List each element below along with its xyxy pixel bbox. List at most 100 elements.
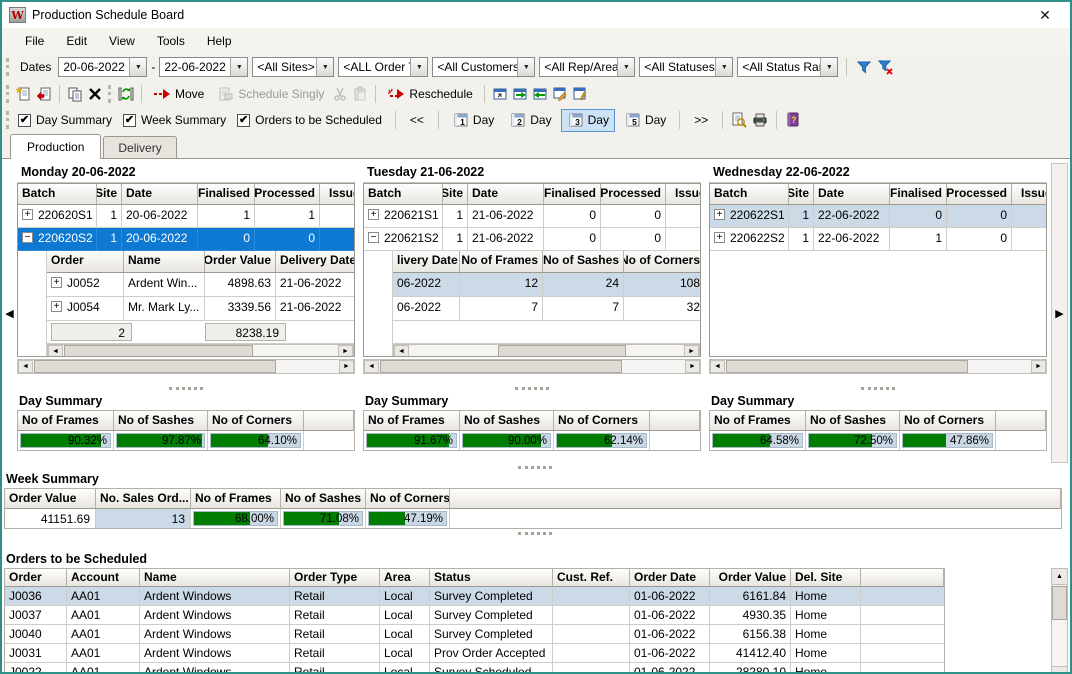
scroll-down-icon[interactable]: ▼ — [1052, 666, 1067, 672]
move-prev-icon[interactable] — [531, 86, 549, 103]
menu-view[interactable]: View — [98, 31, 146, 51]
splitter-handle[interactable] — [518, 532, 552, 535]
table-row[interactable]: +J0054Mr. Mark Ly...3339.5621-06-2022 — [47, 297, 354, 321]
scroll-left-icon[interactable]: ◄ — [710, 360, 725, 373]
reschedule-icon[interactable] — [387, 86, 405, 103]
expander-icon[interactable]: + — [368, 209, 379, 220]
scroll-left-icon[interactable]: ◄ — [48, 345, 63, 357]
chevron-down-icon[interactable]: ▼ — [129, 58, 146, 76]
scroll-thumb[interactable] — [498, 345, 626, 357]
scroll-thumb[interactable] — [380, 360, 622, 373]
statuses-dropdown[interactable]: <All Statuses>▼ — [639, 57, 733, 77]
table-row[interactable]: 06-20221224108 — [393, 273, 700, 297]
collapse-right-icon[interactable]: ▶ — [1051, 163, 1068, 463]
expander-icon[interactable]: + — [51, 301, 62, 312]
scroll-thumb[interactable] — [64, 345, 253, 357]
panel-horizontal-scrollbar[interactable]: ◄► — [709, 359, 1047, 374]
tab-delivery[interactable]: Delivery — [103, 136, 176, 159]
customers-dropdown[interactable]: <All Customers>▼ — [432, 57, 535, 77]
open-batch-icon[interactable] — [35, 86, 53, 103]
toolbar-grip[interactable] — [108, 85, 112, 103]
chevron-down-icon[interactable]: ▼ — [316, 58, 333, 76]
delete-icon[interactable] — [86, 86, 104, 103]
help-icon[interactable]: ? — [784, 112, 802, 129]
move-icon[interactable] — [153, 86, 171, 103]
expander-icon[interactable]: + — [714, 209, 725, 220]
checkbox-icon[interactable]: ✔ — [18, 114, 31, 127]
chevron-down-icon[interactable]: ▼ — [410, 58, 427, 76]
table-row[interactable]: −220620S2120-06-2022000 — [18, 228, 354, 251]
tab-production[interactable]: Production — [10, 134, 101, 159]
scroll-left-icon[interactable]: ◄ — [18, 360, 33, 373]
table-row[interactable]: +220622S2122-06-2022100 — [710, 228, 1046, 251]
order-row[interactable]: J0037AA01Ardent WindowsRetailLocalSurvey… — [5, 606, 944, 625]
collapse-left-icon[interactable]: ◀ — [2, 163, 17, 463]
preview-icon[interactable] — [730, 112, 748, 129]
scroll-left-icon[interactable]: ◄ — [364, 360, 379, 373]
order-row[interactable]: J0022AA01Ardent WindowsRetailLocalSurvey… — [5, 663, 944, 672]
print-icon[interactable] — [751, 112, 769, 129]
chevron-down-icon[interactable]: ▼ — [230, 58, 247, 76]
scroll-thumb[interactable] — [1052, 586, 1067, 620]
panel-horizontal-scrollbar[interactable]: ◄► — [363, 359, 701, 374]
rep-area-dropdown[interactable]: <All Rep/Area>▼ — [539, 57, 635, 77]
order-row[interactable]: J0036AA01Ardent WindowsRetailLocalSurvey… — [5, 587, 944, 606]
checkbox-icon[interactable]: ✔ — [123, 114, 136, 127]
5-day-button[interactable]: 5Day — [618, 109, 672, 132]
scroll-right-icon[interactable]: ► — [338, 345, 353, 357]
2-day-button[interactable]: 2Day — [503, 109, 557, 132]
splitter-handle[interactable] — [515, 387, 549, 390]
1-day-button[interactable]: 1Day — [446, 109, 500, 132]
reschedule-button[interactable]: Reschedule — [382, 83, 477, 106]
edit-batch-icon[interactable] — [551, 86, 569, 103]
checkbox-day-summary[interactable]: ✔Day Summary — [16, 113, 118, 127]
copy-icon[interactable] — [66, 86, 84, 103]
expander-icon[interactable]: − — [22, 232, 33, 243]
child-horizontal-scrollbar[interactable]: ◄► — [47, 344, 354, 357]
3-day-button[interactable]: 3Day — [561, 109, 615, 132]
prev-days-button[interactable]: << — [403, 111, 431, 129]
child-horizontal-scrollbar[interactable]: ◄► — [393, 344, 700, 357]
expander-icon[interactable]: + — [22, 209, 33, 220]
splitter-handle[interactable] — [169, 387, 203, 390]
toolbar-grip[interactable] — [6, 111, 10, 129]
scroll-right-icon[interactable]: ► — [339, 360, 354, 373]
scroll-thumb[interactable] — [726, 360, 968, 373]
splitter-handle[interactable] — [518, 466, 552, 469]
move-button[interactable]: Move — [148, 83, 209, 106]
date-from-dropdown[interactable]: 20-06-2022▼ — [58, 57, 147, 77]
order-row[interactable]: J0031AA01Ardent WindowsRetailLocalProv O… — [5, 644, 944, 663]
table-row[interactable]: +J0052Ardent Win...4898.6321-06-2022 — [47, 273, 354, 297]
properties-icon[interactable] — [571, 86, 589, 103]
date-to-dropdown[interactable]: 22-06-2022▼ — [159, 57, 248, 77]
expander-icon[interactable]: − — [368, 232, 379, 243]
move-next-icon[interactable] — [511, 86, 529, 103]
orders-vertical-scrollbar[interactable]: ▲▼ — [1051, 568, 1068, 672]
panel-horizontal-scrollbar[interactable]: ◄► — [17, 359, 355, 374]
table-row[interactable]: +220620S1120-06-2022111 — [18, 205, 354, 228]
table-row[interactable]: −220621S2121-06-2022000 — [364, 228, 700, 251]
sites-dropdown[interactable]: <All Sites>▼ — [252, 57, 334, 77]
toolbar-grip[interactable] — [6, 85, 10, 103]
table-row[interactable]: +220621S1121-06-2022000 — [364, 205, 700, 228]
scroll-left-icon[interactable]: ◄ — [394, 345, 409, 357]
table-row[interactable]: +220622S1122-06-2022000 — [710, 205, 1046, 228]
chevron-down-icon[interactable]: ▼ — [617, 58, 634, 76]
splitter-handle[interactable] — [861, 387, 895, 390]
new-batch-icon[interactable] — [15, 86, 33, 103]
filter-icon[interactable] — [855, 59, 873, 76]
order-type-dropdown[interactable]: <ALL Order Typ▼ — [338, 57, 428, 77]
menu-tools[interactable]: Tools — [146, 31, 196, 51]
scroll-thumb[interactable] — [34, 360, 276, 373]
scroll-right-icon[interactable]: ► — [685, 360, 700, 373]
show-window-icon[interactable] — [491, 86, 509, 103]
chevron-down-icon[interactable]: ▼ — [715, 58, 732, 76]
scroll-right-icon[interactable]: ► — [684, 345, 699, 357]
scroll-right-icon[interactable]: ► — [1031, 360, 1046, 373]
order-row[interactable]: J0040AA01Ardent WindowsRetailLocalSurvey… — [5, 625, 944, 644]
chevron-down-icon[interactable]: ▼ — [517, 58, 534, 76]
menu-help[interactable]: Help — [196, 31, 243, 51]
chevron-down-icon[interactable]: ▼ — [820, 58, 837, 76]
status-range-dropdown[interactable]: <All Status Range▼ — [737, 57, 838, 77]
filter-clear-icon[interactable] — [877, 59, 895, 76]
